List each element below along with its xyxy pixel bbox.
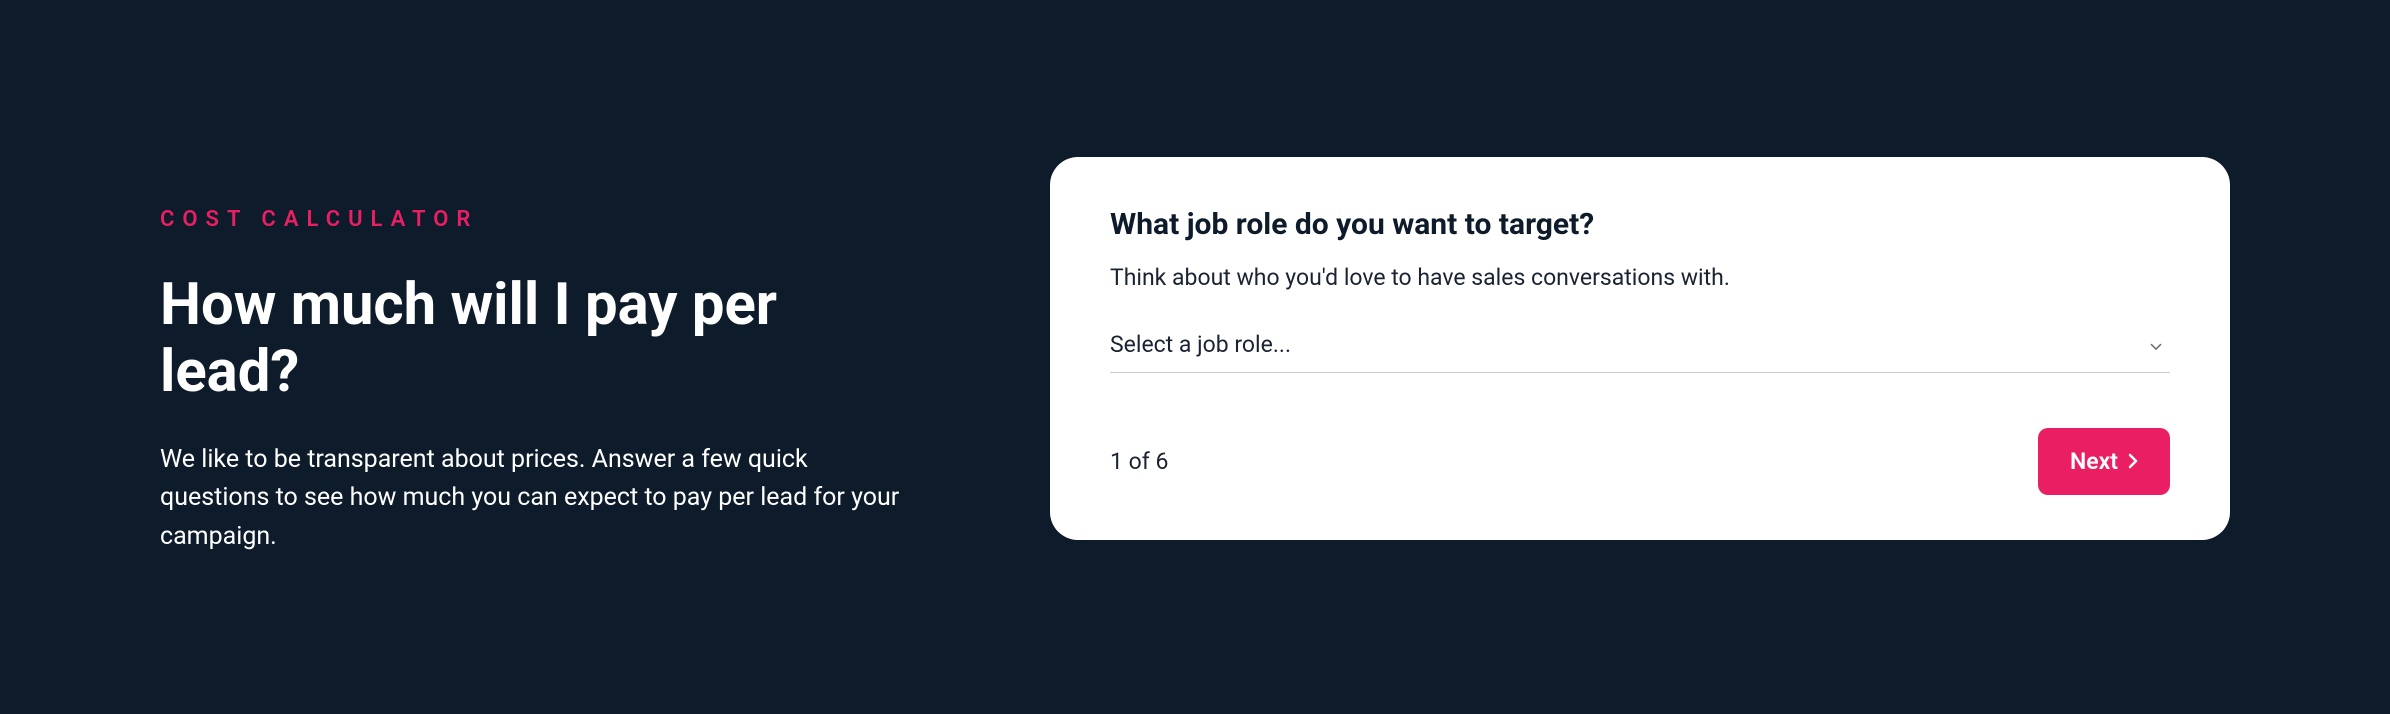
intro-section: COST CALCULATOR How much will I pay per …: [160, 157, 920, 557]
card-footer: 1 of 6 Next: [1110, 428, 2170, 495]
calculator-card: What job role do you want to target? Thi…: [1050, 157, 2230, 540]
step-indicator: 1 of 6: [1110, 448, 1168, 475]
next-button[interactable]: Next: [2038, 428, 2170, 495]
page-description: We like to be transparent about prices. …: [160, 441, 920, 557]
select-wrapper: Select a job role...: [1110, 321, 2170, 373]
calculator-container: COST CALCULATOR How much will I pay per …: [160, 157, 2230, 557]
page-heading: How much will I pay per lead?: [160, 272, 920, 405]
question-title: What job role do you want to target?: [1110, 207, 2170, 242]
question-subtitle: Think about who you'd love to have sales…: [1110, 264, 2170, 291]
next-button-label: Next: [2070, 448, 2118, 475]
eyebrow-label: COST CALCULATOR: [160, 207, 920, 232]
job-role-select[interactable]: Select a job role...: [1110, 321, 2170, 373]
chevron-right-icon: [2128, 448, 2138, 475]
